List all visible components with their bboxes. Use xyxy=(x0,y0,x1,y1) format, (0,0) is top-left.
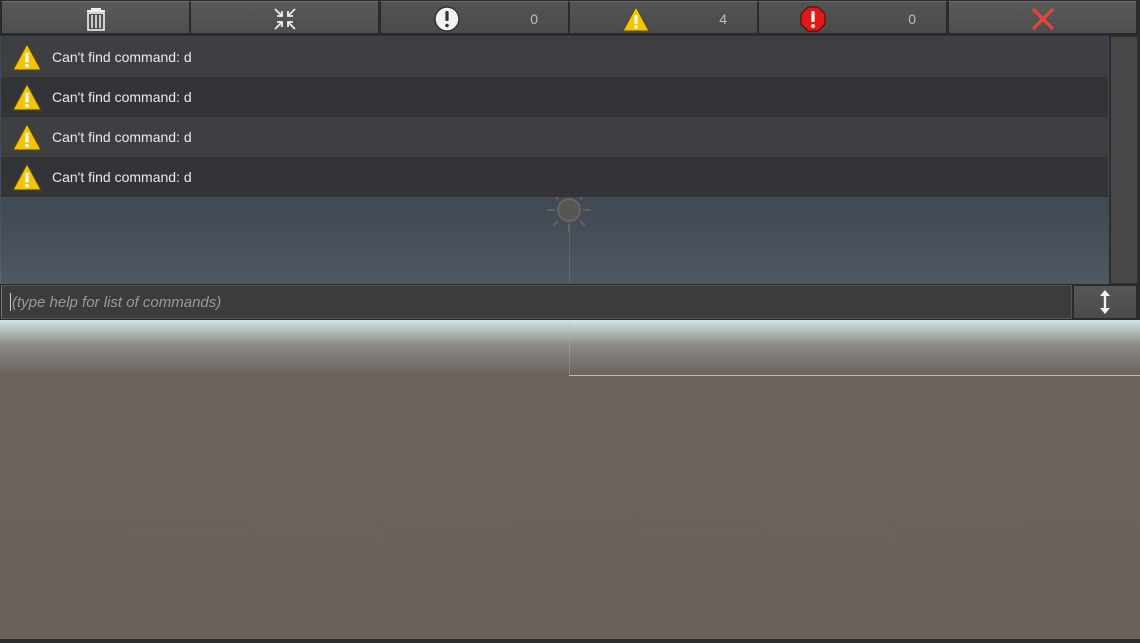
warning-icon xyxy=(12,163,42,191)
log-entry[interactable]: Can't find command: d xyxy=(1,77,1108,117)
ground-plane xyxy=(0,320,1140,643)
info-count: 0 xyxy=(530,11,538,27)
warning-icon xyxy=(622,5,650,32)
error-count: 0 xyxy=(908,11,916,27)
info-icon xyxy=(434,6,460,32)
frame-edge xyxy=(0,639,1140,643)
log-message: Can't find command: d xyxy=(52,49,192,65)
log-scrollbar-thumb[interactable] xyxy=(1111,37,1137,283)
resize-button[interactable] xyxy=(1073,285,1137,319)
log-entry[interactable]: Can't find command: d xyxy=(1,37,1108,77)
trash-icon xyxy=(86,8,105,31)
warning-icon xyxy=(12,123,42,151)
warning-count: 4 xyxy=(719,11,727,27)
warning-icon xyxy=(12,83,42,111)
log-entry[interactable]: Can't find command: d xyxy=(1,157,1108,197)
info-filter-button[interactable]: 0 xyxy=(380,1,569,34)
text-caret xyxy=(10,293,11,311)
collapse-button[interactable] xyxy=(190,1,379,34)
command-input[interactable] xyxy=(1,285,1072,319)
log-message: Can't find command: d xyxy=(52,169,192,185)
error-icon xyxy=(800,6,826,32)
console-toolbar: 0 4 0 xyxy=(0,0,1140,36)
log-entry[interactable]: Can't find command: d xyxy=(1,117,1108,157)
scene-horizon-line xyxy=(569,375,1140,376)
log-message: Can't find command: d xyxy=(52,89,192,105)
warning-icon xyxy=(12,43,42,71)
error-filter-button[interactable]: 0 xyxy=(758,1,947,34)
close-button[interactable] xyxy=(948,1,1137,34)
log-message: Can't find command: d xyxy=(52,129,192,145)
resize-vertical-icon xyxy=(1100,290,1110,314)
warning-filter-button[interactable]: 4 xyxy=(569,1,758,34)
collapse-arrows-icon xyxy=(273,8,296,30)
close-icon xyxy=(1031,7,1054,31)
clear-button[interactable] xyxy=(1,1,190,34)
